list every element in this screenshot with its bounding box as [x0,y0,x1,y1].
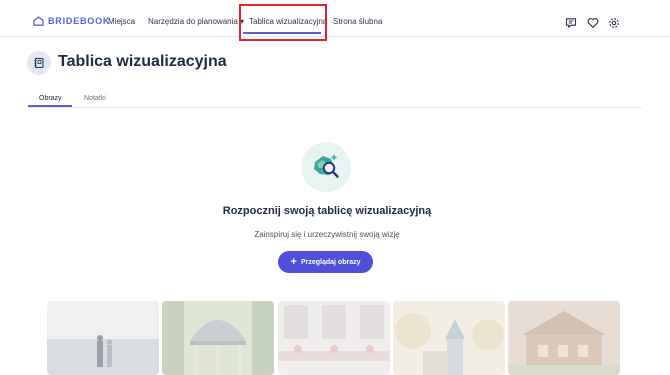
browse-images-label: Przeglądaj obrazy [300,258,361,266]
inspiration-image-church[interactable] [393,301,505,375]
logo-text: BRIDEBOOK [48,16,111,26]
empty-state-subtitle: Zainspiruj się i urzeczywistnij swoją wi… [254,230,400,239]
tab-notes[interactable]: Notatki [84,95,106,102]
chat-icon[interactable] [565,17,577,29]
tab-images[interactable]: Obrazy [39,95,62,102]
nav-item-planning-tools[interactable]: Narzędzia do planowania ▾ [148,17,244,26]
inspiration-image-lake[interactable] [47,301,159,375]
logo-house-icon [33,16,44,26]
inspiration-image-reception[interactable] [278,301,390,375]
tabs-divider [28,107,642,108]
nav-item-wedding-website[interactable]: Strona ślubna [333,17,382,26]
magnifier-icon [301,142,351,192]
inspiration-image-gazebo[interactable] [162,301,274,375]
empty-state-title: Rozpocznij swoją tablicę wizualizacyjną [222,205,432,217]
page-title: Tablica wizualizacyjna [58,53,227,70]
settings-icon[interactable] [608,17,620,29]
highlight-box [239,4,327,41]
inspiration-image-barn[interactable] [508,301,620,375]
nav-item-venues[interactable]: Miejsca [108,17,135,26]
heart-icon[interactable] [587,17,599,29]
plus-icon: + [290,255,297,268]
browse-images-button[interactable]: + Przeglądaj obrazy [278,251,373,273]
moodboard-icon [27,51,51,75]
top-navigation: BRIDEBOOK Miejsca Narzędzia do planowani… [0,0,670,37]
bridebook-logo[interactable]: BRIDEBOOK [33,16,110,26]
